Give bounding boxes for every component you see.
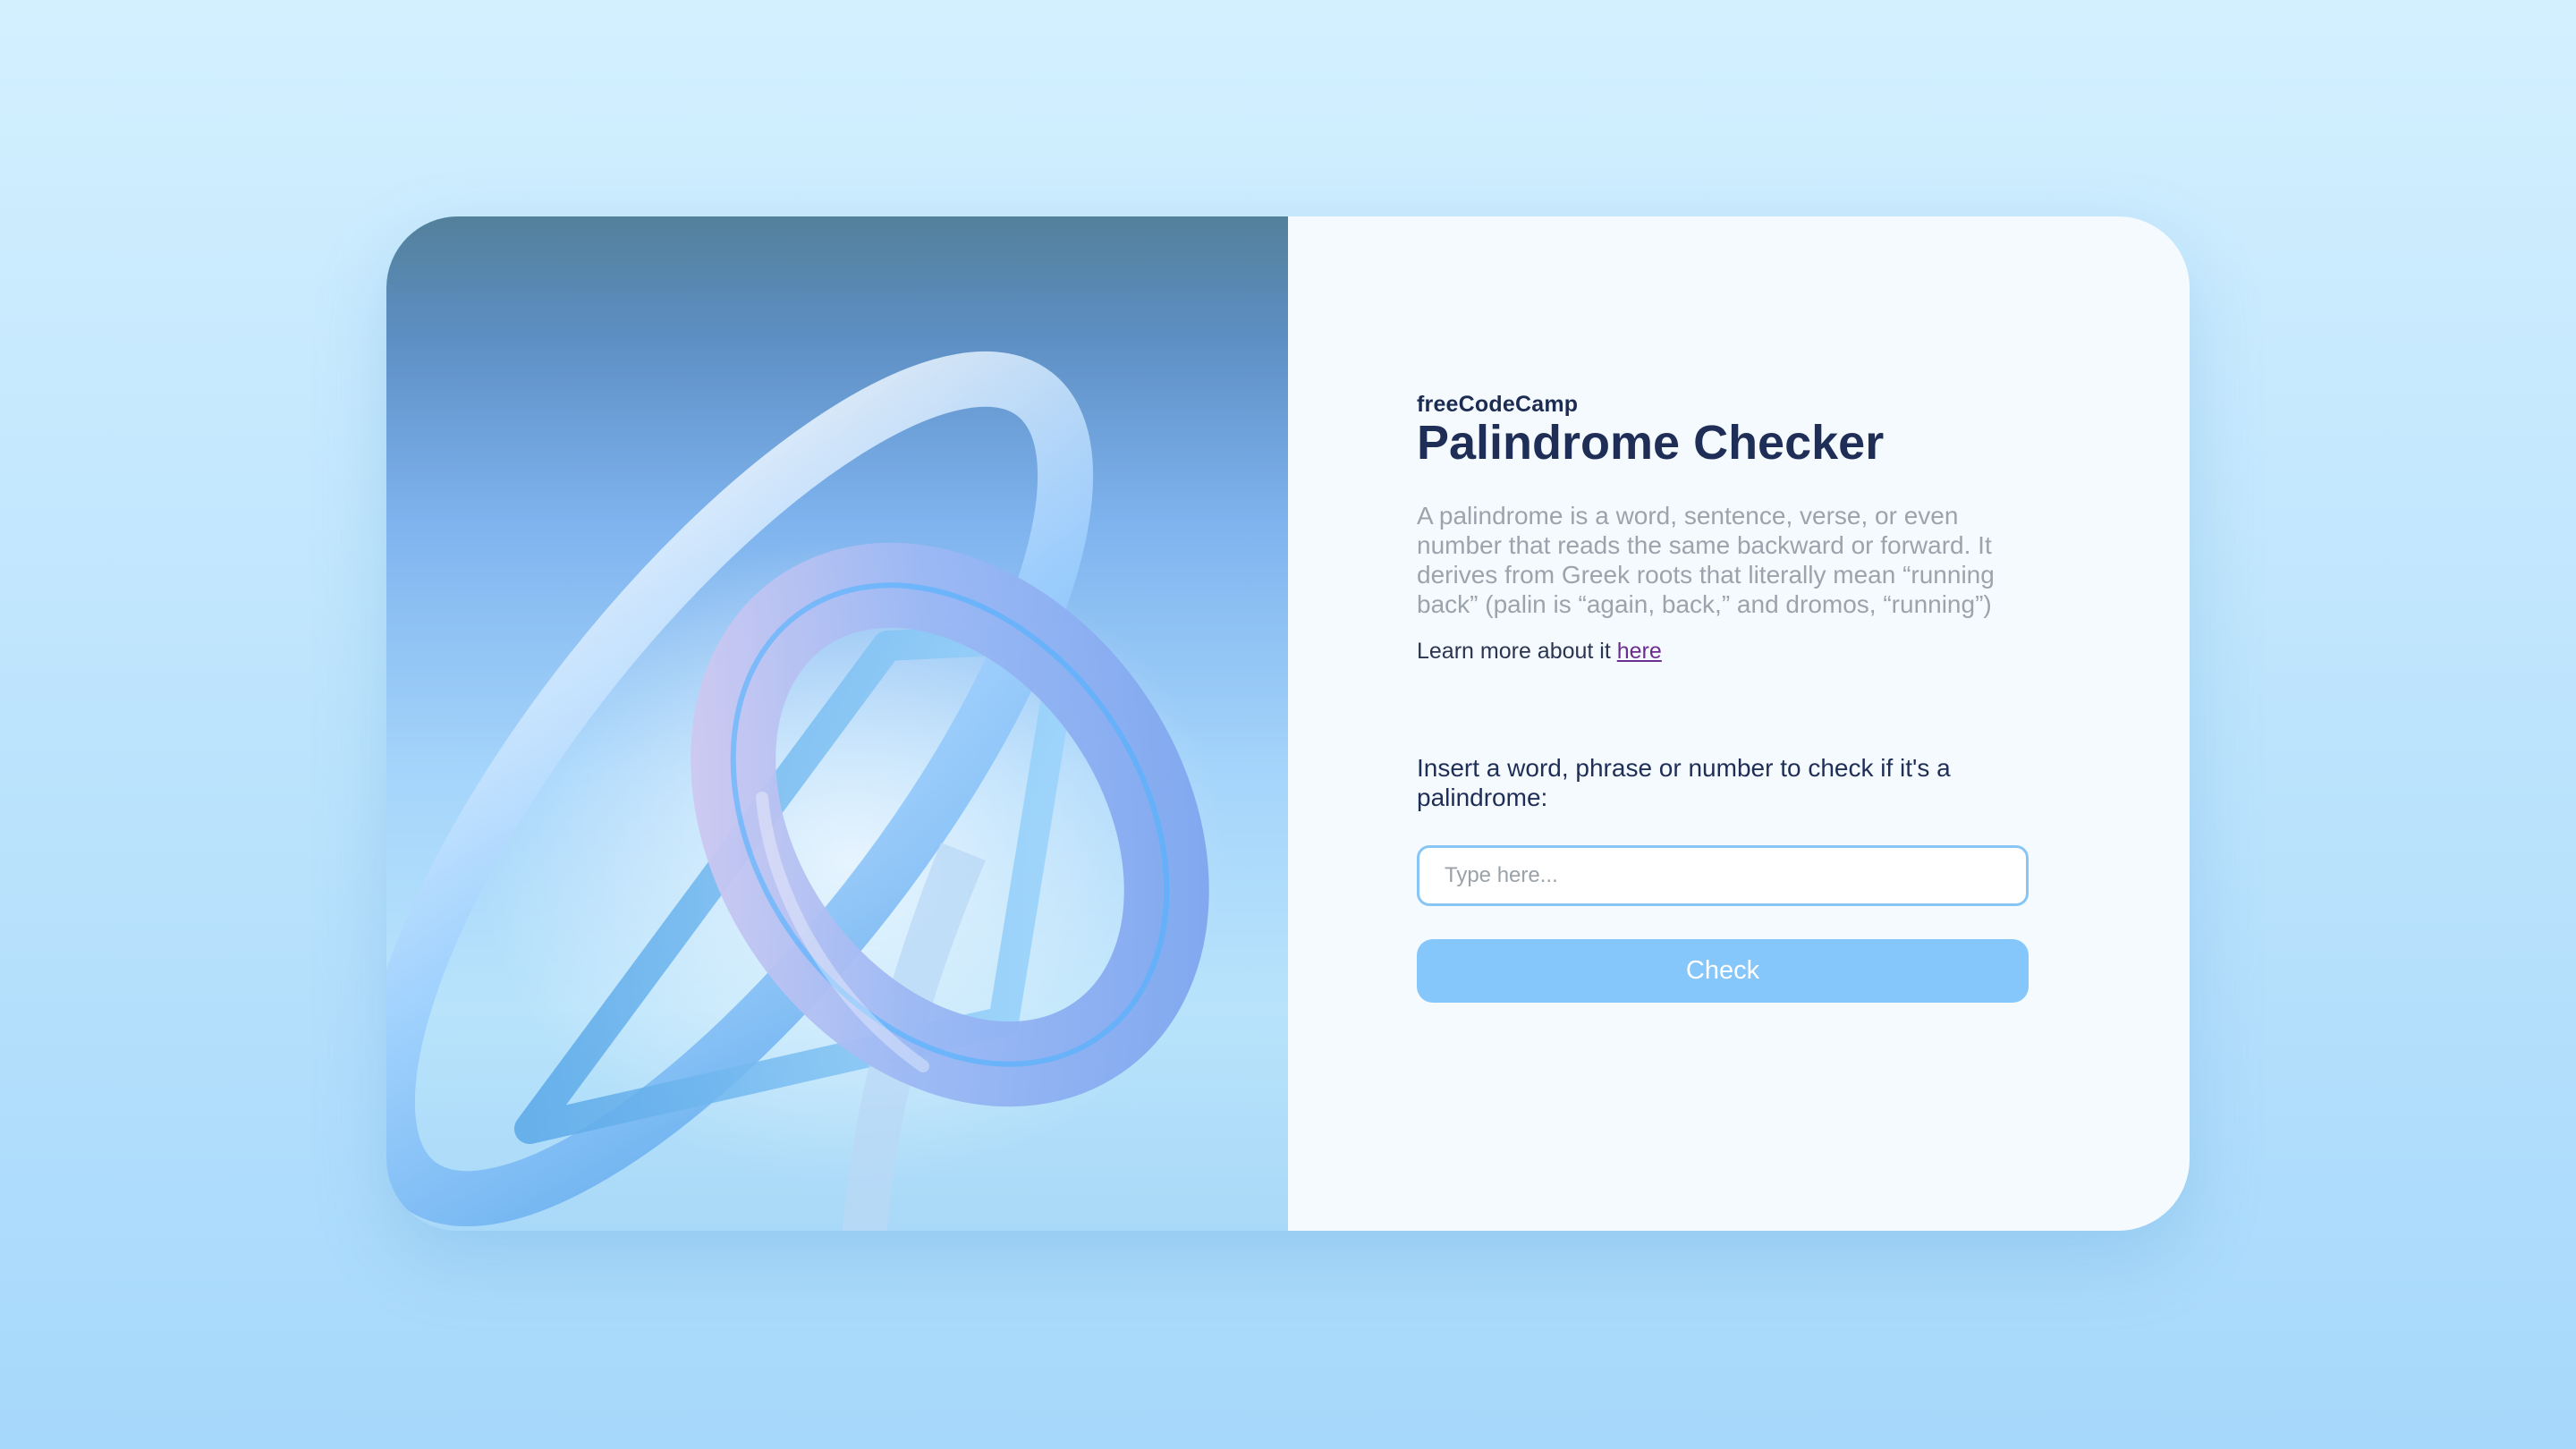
palindrome-card: freeCodeCamp Palindrome Checker A palind… — [386, 216, 2190, 1231]
checker-panel: freeCodeCamp Palindrome Checker A palind… — [1288, 216, 2190, 1231]
abstract-rings-image — [386, 351, 1227, 1231]
learn-more-prefix: Learn more about it — [1417, 639, 1617, 664]
brand-label: freeCodeCamp — [1417, 392, 1579, 417]
page-title: Palindrome Checker — [1417, 416, 1885, 470]
palindrome-description: A palindrome is a word, sentence, verse,… — [1417, 502, 1995, 618]
palindrome-input[interactable] — [1417, 845, 2029, 906]
hero-illustration — [386, 216, 1288, 1231]
learn-more-link[interactable]: here — [1617, 639, 1662, 664]
learn-more-text: Learn more about it here — [1417, 639, 1662, 665]
check-button[interactable]: Check — [1417, 939, 2029, 1003]
input-prompt-label: Insert a word, phrase or number to check… — [1417, 754, 1951, 811]
